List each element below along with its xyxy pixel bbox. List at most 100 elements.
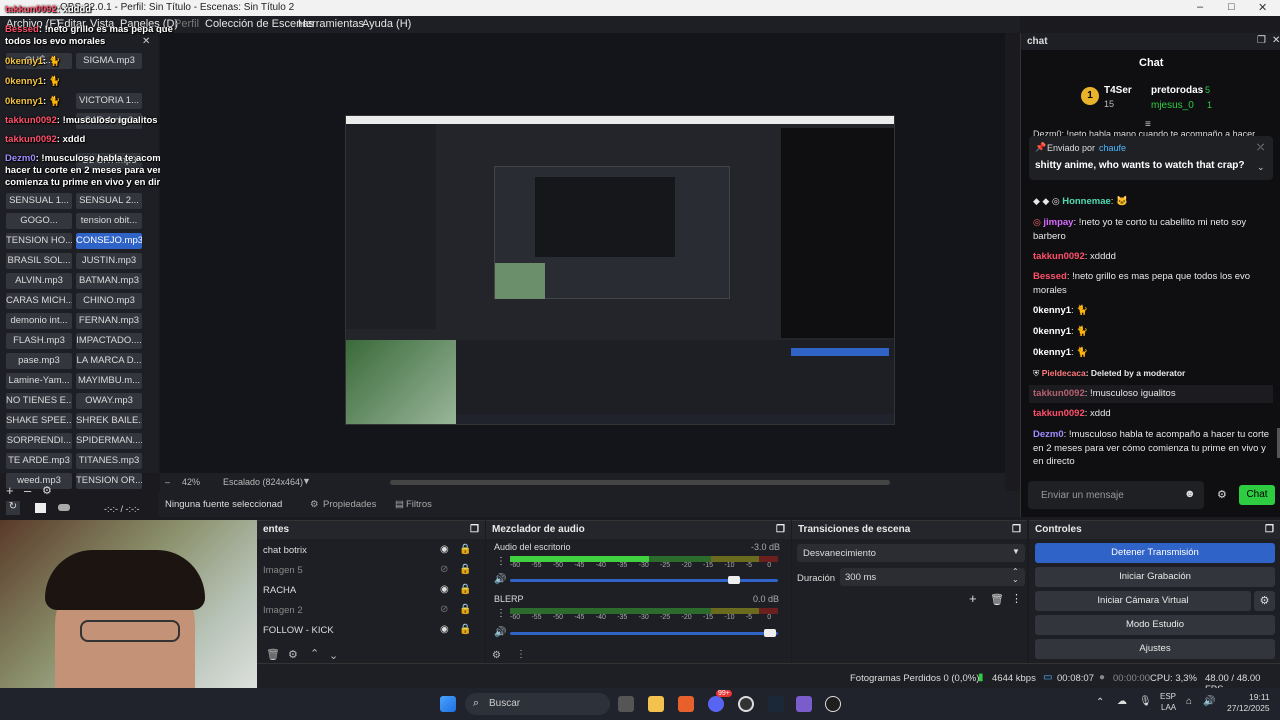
move-down-icon[interactable]: ⌄ [329,649,338,662]
stop-streaming-button[interactable]: Detener Transmisión [1035,543,1275,563]
clock-time[interactable]: 19:11 [1249,692,1270,702]
windows-start-icon[interactable] [440,696,456,712]
menu-ayuda[interactable]: Ayuda (H) [362,18,411,30]
preview-canvas[interactable] [345,115,895,425]
sound-button[interactable]: tension obit... [76,213,142,229]
spin-down-icon[interactable]: ⌄ [1012,575,1019,584]
studio-mode-button[interactable]: Modo Estudio [1035,615,1275,635]
undock-icon[interactable]: ❐ [776,524,785,535]
sound-button[interactable]: CARAS MICH... [6,293,72,309]
chat-user[interactable]: Honnemae [1062,196,1111,207]
kebab-icon[interactable]: ⋮ [496,608,506,619]
sound-button[interactable]: CHINO.mp3 [76,293,142,309]
menu-herramientas[interactable]: Herramientas [298,18,364,30]
sound-button[interactable]: OWAY.mp3 [76,393,142,409]
network-icon[interactable]: ⌂ [1186,696,1192,707]
gear-icon[interactable]: ⚙ [1217,488,1227,501]
brave-icon[interactable] [678,696,694,712]
eye-icon[interactable]: ◉ [440,624,449,635]
volume-icon[interactable]: 🔊 [494,627,506,638]
sound-button[interactable]: SPIDERMAN.... [76,433,142,449]
app-icon[interactable] [796,696,812,712]
start-virtual-camera-button[interactable]: Iniciar Cámara Virtual [1035,591,1251,611]
eye-icon[interactable]: ◉ [440,544,449,555]
chat-user[interactable]: 0kenny1 [1033,347,1071,358]
sound-button[interactable]: TITANES.mp3 [76,453,142,469]
sound-button[interactable]: MAYIMBU.m... [76,373,142,389]
unpin-icon[interactable]: ⤫ [1257,142,1264,153]
undock-icon[interactable]: ❐ [1012,524,1021,535]
stop-icon[interactable] [35,503,46,513]
lock-icon[interactable]: 🔒 [459,604,471,615]
language-primary[interactable]: ESP [1160,692,1176,701]
gear-icon[interactable]: ⚙ [1254,591,1275,611]
chevron-down-icon[interactable]: ⌄ [1257,162,1265,173]
chat-user[interactable]: takkun0092 [1033,388,1085,399]
chat-user[interactable]: Pieldecaca [1042,368,1086,378]
close-button[interactable]: ✕ [1258,1,1267,14]
source-item[interactable]: FOLLOW - KICK [263,625,334,636]
sound-button[interactable]: FERNAN.mp3 [76,313,142,329]
chat-user[interactable]: takkun0092 [1033,251,1085,262]
sound-button[interactable]: pase.mp3 [6,353,72,369]
chat-user[interactable]: takkun0092 [1033,408,1085,419]
obs-icon[interactable] [738,696,754,712]
chat-user[interactable]: 0kenny1 [1033,326,1071,337]
filter-icon[interactable]: ▤ [395,499,404,510]
horizontal-scrollbar[interactable] [390,480,890,485]
app-icon[interactable] [825,696,841,712]
emoji-icon[interactable]: ☻ [1184,488,1196,500]
add-icon[interactable]: + [969,591,977,606]
advanced-audio-icon[interactable]: ⚙ [492,650,501,661]
sound-button[interactable]: TENSION HO... [6,233,72,249]
trash-icon[interactable]: 🗑 [990,593,1004,606]
sound-button[interactable]: SORPRENDI... [6,433,72,449]
sound-button[interactable]: BATMAN.mp3 [76,273,142,289]
lock-icon[interactable]: 🔒 [459,584,471,595]
tray-chevron-icon[interactable]: ⌃ [1096,697,1104,708]
sound-button[interactable]: BRASIL SOL... [6,253,72,269]
chat-input[interactable]: Enviar un mensaje ☻ [1028,481,1204,509]
close-icon[interactable]: ✕ [1272,35,1280,46]
kebab-icon[interactable]: ⋮ [496,556,506,567]
steam-icon[interactable] [768,696,784,712]
sound-button[interactable]: TENSION OR... [76,473,142,489]
file-explorer-icon[interactable] [648,696,664,712]
remove-icon[interactable]: – [24,483,31,498]
eye-hidden-icon[interactable]: ⊘ [440,564,448,575]
chat-user[interactable]: jimpay [1043,217,1073,228]
sound-button[interactable]: Lamine-Yam... [6,373,72,389]
volume-slider[interactable] [510,632,778,635]
tray-icon[interactable]: ☁ [1117,696,1127,707]
discord-icon[interactable] [708,696,724,712]
chat-send-button[interactable]: Chat [1239,485,1275,505]
lock-icon[interactable]: 🔒 [459,544,471,555]
toggle-icon[interactable] [58,504,70,511]
sound-button[interactable]: CONSEJO.mp3 [76,233,142,249]
sound-button[interactable]: LA MARCA D... [76,353,142,369]
chat-user[interactable]: Dezm0 [1033,429,1064,440]
zoom-minus[interactable]: – [165,477,170,487]
minimize-button[interactable]: – [1197,1,1203,13]
properties-button[interactable]: Propiedades [323,499,376,510]
scale-dropdown-icon[interactable]: ▼ [302,476,311,486]
volume-slider-handle[interactable] [728,576,740,584]
sound-button[interactable]: IMPACTADO.... [76,333,142,349]
taskbar-search[interactable]: ⌕ Buscar [465,693,610,715]
undock-icon[interactable]: ❐ [1265,524,1274,535]
task-view-icon[interactable] [618,696,634,712]
source-item[interactable]: RACHA [263,585,296,596]
volume-icon[interactable]: 🔊 [1203,696,1215,707]
chat-user[interactable]: Bessed [1033,271,1067,282]
language-secondary[interactable]: LAA [1161,703,1176,712]
trash-icon[interactable]: 🗑 [266,648,280,661]
undock-icon[interactable]: ❐ [470,524,479,535]
sound-button[interactable]: ALVIN.mp3 [6,273,72,289]
kebab-icon[interactable]: ⋮ [1011,592,1022,605]
filters-button[interactable]: Filtros [406,499,432,510]
clock-date[interactable]: 27/12/2025 [1227,703,1270,713]
undock-icon[interactable]: ❐ [1257,35,1266,46]
maximize-button[interactable]: □ [1228,1,1235,13]
volume-icon[interactable]: 🔊 [494,574,506,585]
sound-button[interactable]: demonio int... [6,313,72,329]
